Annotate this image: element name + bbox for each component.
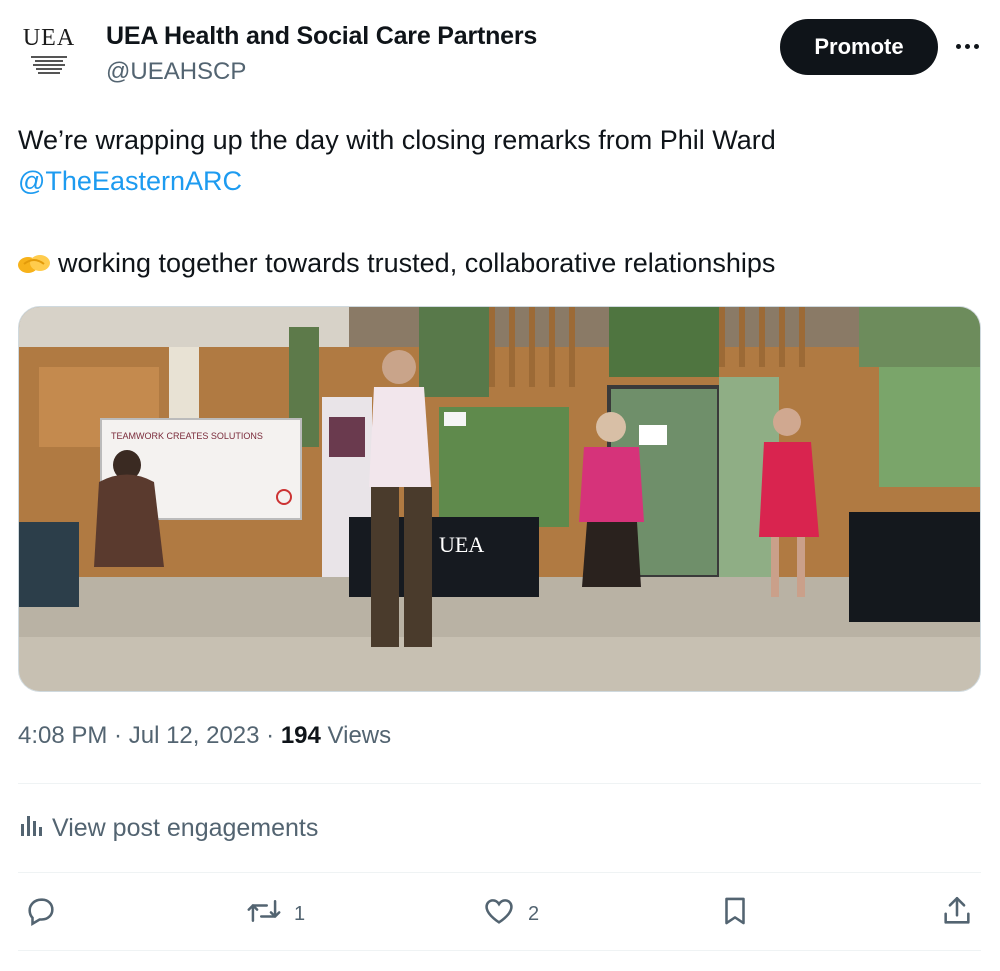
tweet-text-line-3: working together towards trusted, collab… (18, 243, 978, 288)
author-display-name[interactable]: UEA Health and Social Care Partners (106, 22, 537, 51)
view-engagements-label: View post engagements (52, 813, 319, 842)
analytics-icon (18, 812, 44, 845)
tweet-card: UEA UEA Health and Social Care Partners … (0, 0, 1000, 971)
tweet-meta: 4:08 PM · Jul 12, 2023 · 194 Views (18, 722, 391, 750)
avatar-logo-text: UEA (22, 25, 76, 51)
view-engagements-link[interactable]: View post engagements (18, 808, 318, 848)
tweet-text: We’re wrapping up the day with closing r… (18, 120, 978, 288)
divider (18, 783, 981, 784)
repost-count: 1 (294, 902, 306, 925)
bookmark-icon (718, 894, 752, 934)
reply-button[interactable] (24, 892, 70, 936)
tweet-date[interactable]: Jul 12, 2023 (129, 722, 260, 749)
like-count: 2 (528, 902, 540, 925)
avatar-logo-lines (29, 54, 69, 76)
views-label: Views (320, 722, 392, 749)
bookmark-button[interactable] (718, 892, 752, 936)
event-photo-illustration: TEAMWORK CREATES SOLUTIONS UEA (19, 307, 980, 691)
avatar[interactable]: UEA (18, 18, 80, 80)
meta-separator: · (107, 722, 129, 749)
tweet-text-line-1: We’re wrapping up the day with closing r… (18, 125, 776, 155)
promote-button[interactable]: Promote (780, 19, 938, 75)
views-count: 194 (280, 722, 321, 749)
whiteboard-text: TEAMWORK CREATES SOLUTIONS (111, 431, 263, 441)
reply-icon (24, 894, 58, 934)
more-options-icon[interactable] (950, 28, 984, 64)
tweet-text-line-3-text: working together towards trusted, collab… (58, 248, 776, 278)
heart-icon (482, 894, 516, 934)
mention-link[interactable]: @TheEasternARC (18, 161, 978, 202)
share-button[interactable] (940, 892, 974, 936)
table-banner-text: UEA (439, 532, 484, 557)
author-handle[interactable]: @UEAHSCP (106, 58, 246, 86)
tweet-photo[interactable]: TEAMWORK CREATES SOLUTIONS UEA (18, 306, 981, 692)
repost-button[interactable]: 1 (246, 892, 305, 936)
handshake-emoji-icon (18, 247, 50, 288)
repost-icon (246, 894, 282, 934)
tweet-time[interactable]: 4:08 PM (18, 722, 107, 749)
meta-separator: · (259, 722, 281, 749)
divider (18, 950, 981, 951)
divider (18, 872, 981, 873)
like-button[interactable]: 2 (482, 892, 539, 936)
share-icon (940, 894, 974, 934)
